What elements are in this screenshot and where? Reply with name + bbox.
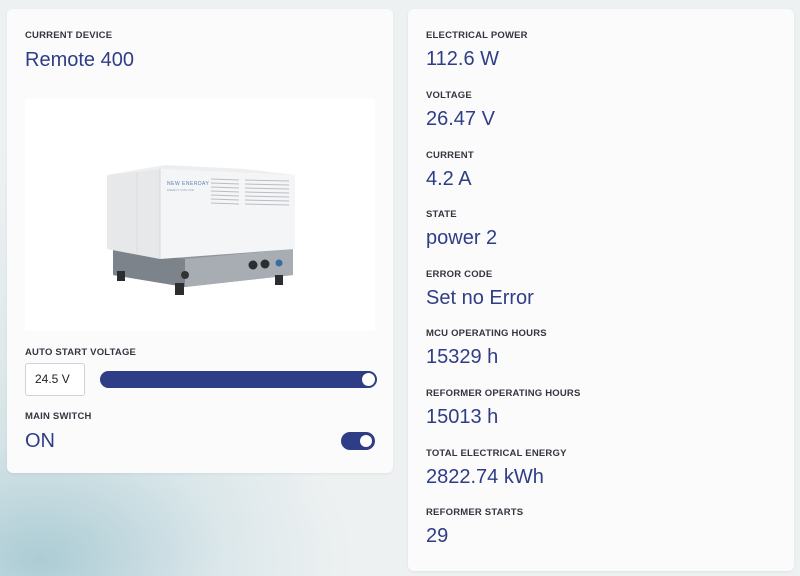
stat-label: ERROR CODE (426, 269, 493, 280)
stat-value: power 2 (426, 227, 498, 249)
stat-current: CURRENT 4.2 A (426, 150, 776, 208)
stat-total-electrical-energy: TOTAL ELECTRICAL ENERGY 2822.74 kWh (426, 448, 776, 506)
auto-start-voltage-input[interactable]: 24.5 V (25, 363, 85, 396)
stat-value: 29 (426, 525, 449, 547)
stat-label: REFORMER OPERATING HOURS (426, 388, 581, 399)
stat-label: CURRENT (426, 150, 474, 161)
stat-value: 4.2 A (426, 168, 472, 190)
toggle-knob (360, 435, 372, 447)
stat-value: 15329 h (426, 346, 499, 368)
current-device-name: Remote 400 (25, 49, 134, 71)
auto-start-voltage-slider[interactable] (100, 371, 377, 388)
stat-reformer-operating-hours: REFORMER OPERATING HOURS 15013 h (426, 388, 776, 446)
stat-value: 15013 h (426, 406, 499, 428)
main-switch-state: ON (25, 430, 55, 452)
stat-value: 2822.74 kWh (426, 466, 544, 488)
stat-reformer-starts: REFORMER STARTS 29 (426, 507, 776, 565)
stat-label: VOLTAGE (426, 90, 472, 101)
main-switch-toggle[interactable] (341, 432, 375, 450)
stat-value: 26.47 V (426, 108, 495, 130)
stat-value: Set no Error (426, 287, 534, 309)
slider-thumb[interactable] (362, 373, 375, 386)
stat-label: ELECTRICAL POWER (426, 30, 528, 41)
stats-card: ELECTRICAL POWER 112.6 W VOLTAGE 26.47 V… (408, 9, 794, 571)
svg-text:ENERGY FOR LIFE: ENERGY FOR LIFE (167, 188, 194, 192)
stat-electrical-power: ELECTRICAL POWER 112.6 W (426, 30, 776, 88)
stat-label: STATE (426, 209, 457, 220)
auto-start-voltage-label: AUTO START VOLTAGE (25, 347, 137, 358)
device-card: CURRENT DEVICE Remote 400 NEW ENERDAY EN… (7, 9, 393, 473)
main-switch-label: MAIN SWITCH (25, 411, 92, 422)
device-image: NEW ENERDAY ENERGY FOR LIFE (25, 99, 375, 331)
stat-voltage: VOLTAGE 26.47 V (426, 90, 776, 148)
stat-value: 112.6 W (426, 48, 499, 70)
stat-error-code: ERROR CODE Set no Error (426, 269, 776, 327)
stat-label: TOTAL ELECTRICAL ENERGY (426, 448, 567, 459)
current-device-label: CURRENT DEVICE (25, 30, 113, 41)
stat-label: MCU OPERATING HOURS (426, 328, 547, 339)
svg-text:NEW ENERDAY: NEW ENERDAY (167, 181, 210, 187)
stat-state: STATE power 2 (426, 209, 776, 267)
stat-label: REFORMER STARTS (426, 507, 524, 518)
stat-mcu-operating-hours: MCU OPERATING HOURS 15329 h (426, 328, 776, 386)
